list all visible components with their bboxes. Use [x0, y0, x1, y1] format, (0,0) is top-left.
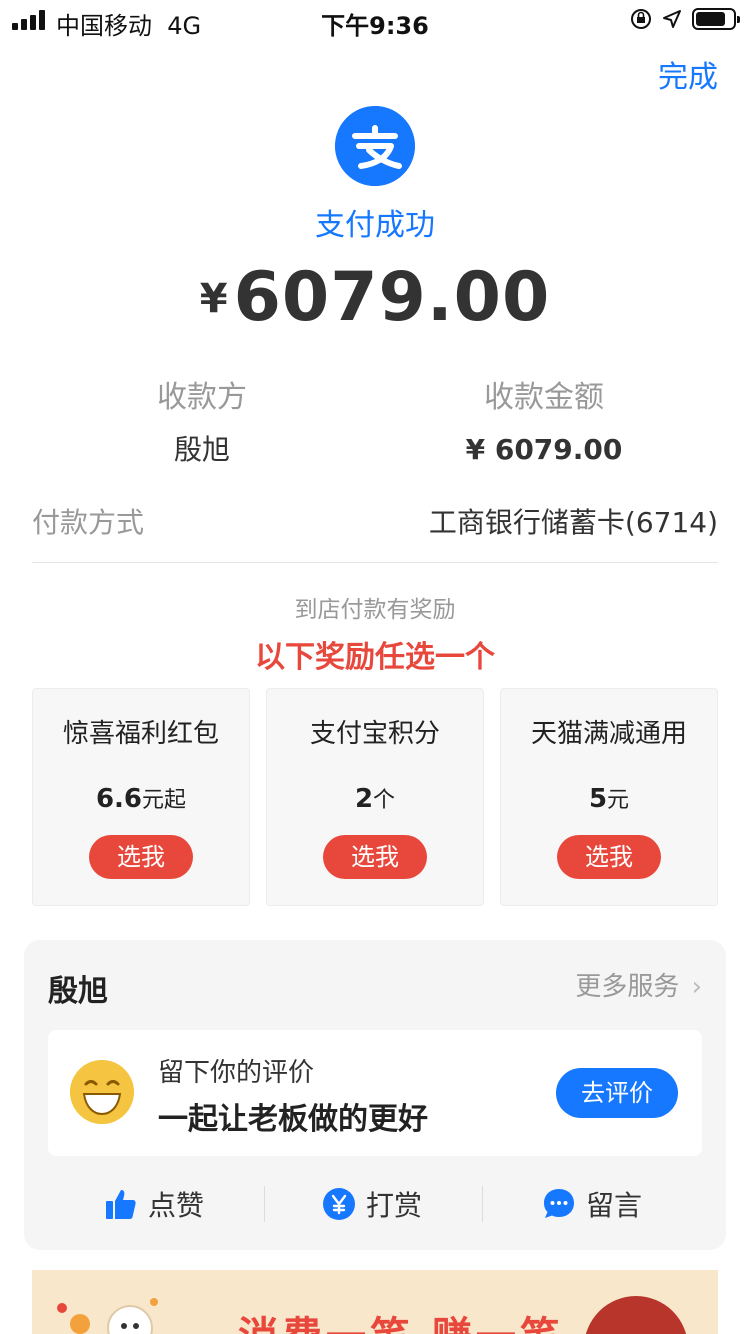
thumbs-up-icon	[106, 1190, 136, 1219]
review-prompt-line2: 一起让老板做的更好	[158, 1102, 428, 1137]
received-amount-value: ¥ 6079.00	[465, 433, 623, 466]
promo-banner[interactable]: 消费一笔 赚一笔	[32, 1270, 718, 1334]
more-services-link[interactable]: 更多服务 ›	[575, 966, 702, 1003]
reward-card-title: 支付宝积分	[309, 719, 440, 749]
payee-label: 收款方	[157, 380, 247, 415]
mascot-illustration-icon	[57, 1298, 158, 1334]
laughing-face-icon	[70, 1060, 134, 1124]
orientation-lock-icon	[631, 9, 651, 29]
reward-title: 以下奖励任选一个	[255, 640, 495, 675]
payment-success-title: 支付成功	[315, 208, 435, 243]
payee-value: 殷旭	[173, 433, 230, 466]
comment-label: 留言	[586, 1189, 643, 1222]
reward-card-title: 惊喜福利红包	[62, 719, 219, 749]
choose-button[interactable]: 选我	[89, 835, 193, 879]
payee-section: 收款方 殷旭	[32, 376, 372, 470]
location-arrow-icon	[663, 10, 681, 28]
like-label: 点赞	[148, 1189, 205, 1222]
review-prompt: 留下你的评价 一起让老板做的更好 去评价	[48, 1030, 702, 1156]
reward-card-points[interactable]: 支付宝积分 2个 选我	[266, 688, 484, 906]
yen-coin-icon	[323, 1188, 355, 1220]
payment-method-value: 工商银行储蓄卡(6714)	[428, 506, 718, 539]
reward-card-title: 天猫满减通用	[530, 719, 687, 749]
reward-options: 惊喜福利红包 6.6元起 选我 支付宝积分 2个 选我 天猫满减通用 5元 选我	[32, 688, 718, 906]
shop-card: 殷旭 更多服务 › 留下你的评价 一起让老板做的更好 去评价 点赞 打赏 留言	[24, 940, 726, 1250]
chevron-right-icon: ›	[691, 972, 702, 1002]
received-amount-label: 收款金额	[484, 380, 604, 415]
done-button[interactable]: 完成	[658, 52, 718, 96]
status-icons	[630, 8, 740, 30]
review-prompt-line1: 留下你的评价	[158, 1058, 315, 1088]
reward-card-value: 5元	[588, 784, 630, 814]
promo-banner-text: 消费一笔 赚一笔	[238, 1304, 564, 1334]
currency-symbol: ¥	[199, 276, 228, 322]
received-amount-section: 收款金额 ¥ 6079.00	[374, 376, 714, 470]
chat-bubble-icon	[544, 1189, 574, 1218]
write-review-button[interactable]: 去评价	[556, 1068, 678, 1118]
reward-card-value: 2个	[354, 784, 396, 814]
shop-actions: 点赞 打赏 留言	[24, 1176, 726, 1232]
payment-method-row: 付款方式 工商银行储蓄卡(6714)	[32, 500, 718, 546]
shop-name: 殷旭	[48, 974, 108, 1009]
choose-button[interactable]: 选我	[323, 835, 427, 879]
reward-subtitle: 到店付款有奖励	[294, 597, 456, 623]
battery-icon	[692, 8, 740, 30]
tip-label: 打赏	[366, 1189, 423, 1222]
payment-method-label: 付款方式	[32, 506, 145, 539]
payment-amount: ¥6079.00	[0, 258, 750, 337]
status-bar: 中国移动 4G 下午9:36	[0, 0, 750, 40]
reward-card-tmall-discount[interactable]: 天猫满减通用 5元 选我	[500, 688, 718, 906]
tip-button[interactable]: 打赏	[322, 1176, 422, 1232]
alipay-logo-icon	[335, 106, 415, 186]
choose-button[interactable]: 选我	[557, 835, 661, 879]
comment-button[interactable]: 留言	[542, 1176, 642, 1232]
reward-card-value: 6.6元起	[95, 784, 187, 814]
amount-value: 6079.00	[233, 258, 551, 337]
reward-card-red-packet[interactable]: 惊喜福利红包 6.6元起 选我	[32, 688, 250, 906]
action-divider	[482, 1186, 483, 1222]
like-button[interactable]: 点赞	[104, 1176, 204, 1232]
action-divider	[264, 1186, 265, 1222]
divider	[32, 562, 718, 563]
promo-badge	[584, 1296, 688, 1334]
